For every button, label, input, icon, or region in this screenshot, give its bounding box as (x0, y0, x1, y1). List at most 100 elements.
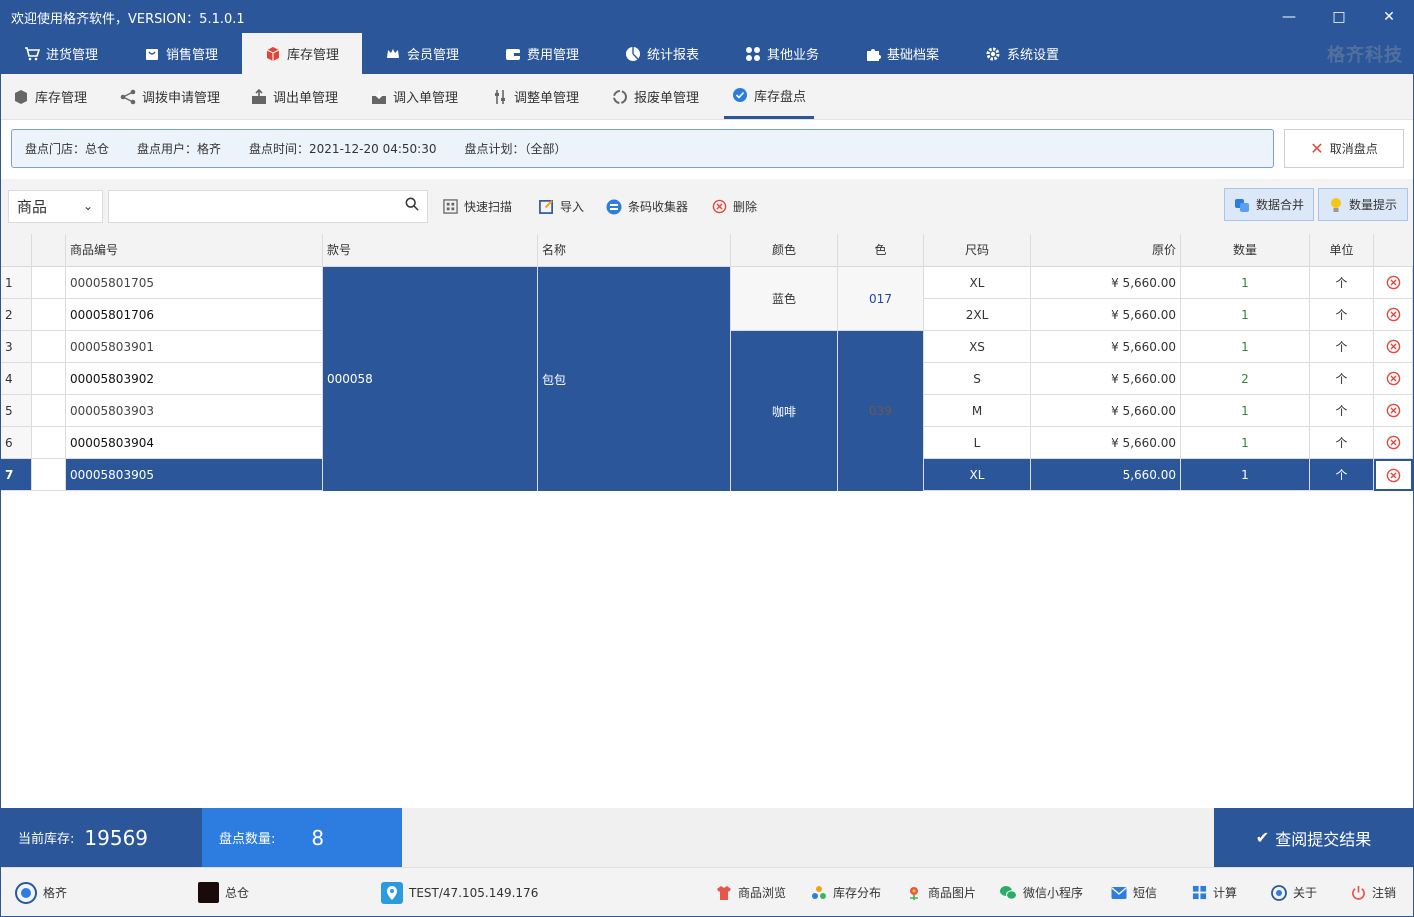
price-cell[interactable]: ¥ 5,660.00 (1031, 267, 1181, 299)
footer-server[interactable]: TEST/47.105.149.176 (381, 868, 538, 917)
size-cell[interactable]: M (924, 395, 1031, 427)
header-name[interactable]: 名称 (538, 234, 731, 267)
view-submit-result-button[interactable]: ✔ 查阅提交结果 (1214, 808, 1413, 867)
product-code-cell[interactable]: 00005803903 (66, 395, 323, 427)
subtab-transfer-request[interactable]: 调拨申请管理 (120, 74, 220, 119)
quick-scan-button[interactable]: 快速扫描 (443, 190, 512, 223)
product-code-cell[interactable]: 00005801706 (66, 299, 323, 331)
menu-archive[interactable]: 基础档案 (842, 33, 962, 74)
row-checkbox[interactable] (32, 267, 66, 299)
qty-cell[interactable]: 1 (1181, 395, 1310, 427)
header-code[interactable]: 商品编号 (66, 234, 323, 267)
qty-cell[interactable]: 1 (1181, 267, 1310, 299)
menu-inventory[interactable]: 库存管理 (242, 33, 362, 74)
merged-color-blue[interactable]: 蓝色 (731, 267, 838, 331)
unit-cell[interactable]: 个 (1310, 395, 1374, 427)
footer-product-browse[interactable]: 商品浏览 (716, 868, 786, 917)
size-cell[interactable]: S (924, 363, 1031, 395)
merged-style-no[interactable]: 000058 (323, 267, 538, 491)
size-cell[interactable]: L (924, 427, 1031, 459)
row-checkbox[interactable] (32, 299, 66, 331)
row-delete-button[interactable] (1374, 427, 1413, 459)
subtab-adjustment[interactable]: 调整单管理 (492, 74, 579, 119)
size-cell[interactable]: XL (924, 267, 1031, 299)
row-delete-button[interactable] (1374, 395, 1413, 427)
product-code-cell[interactable]: 00005803901 (66, 331, 323, 363)
price-cell[interactable]: ¥ 5,660.00 (1031, 363, 1181, 395)
merged-color-coffee[interactable]: 咖啡 (731, 331, 838, 491)
subtab-inventory[interactable]: 库存管理 (13, 74, 87, 119)
barcode-collector-button[interactable]: 条码收集器 (606, 190, 688, 223)
qty-cell[interactable]: 1 (1181, 427, 1310, 459)
product-code-cell[interactable]: 00005803905 (66, 459, 323, 491)
product-code-cell[interactable]: 00005801705 (66, 267, 323, 299)
unit-cell[interactable]: 个 (1310, 363, 1374, 395)
qty-cell[interactable]: 1 (1181, 299, 1310, 331)
unit-cell[interactable]: 个 (1310, 299, 1374, 331)
menu-expenses[interactable]: 费用管理 (482, 33, 602, 74)
footer-mini-program[interactable]: 微信小程序 (1000, 868, 1083, 917)
footer-sms[interactable]: 短信 (1111, 868, 1157, 917)
qty-hint-button[interactable]: 数量提示 (1318, 188, 1408, 221)
header-qty[interactable]: 数量 (1181, 234, 1310, 267)
header-size[interactable]: 尺码 (924, 234, 1031, 267)
row-checkbox[interactable] (32, 363, 66, 395)
footer-stock-distribution[interactable]: 库存分布 (811, 868, 881, 917)
header-price[interactable]: 原价 (1031, 234, 1181, 267)
row-delete-button[interactable] (1374, 299, 1413, 331)
row-delete-button[interactable] (1374, 331, 1413, 363)
price-cell[interactable]: ¥ 5,660.00 (1031, 299, 1181, 331)
search-input[interactable] (108, 190, 428, 223)
header-unit[interactable]: 单位 (1310, 234, 1374, 267)
merged-color-code-039[interactable]: 039 (838, 331, 924, 491)
row-delete-button[interactable] (1374, 459, 1413, 491)
subtab-transfer-out[interactable]: 调出单管理 (251, 74, 338, 119)
footer-product-images[interactable]: 商品图片 (906, 868, 976, 917)
footer-logout[interactable]: 注销 (1351, 868, 1396, 917)
header-color-code[interactable]: 色 (838, 234, 924, 267)
cancel-stocktake-button[interactable]: ✕ 取消盘点 (1284, 129, 1404, 168)
row-checkbox[interactable] (32, 395, 66, 427)
search-icon[interactable] (405, 197, 419, 211)
subtab-scrap[interactable]: 报废单管理 (612, 74, 699, 119)
subtab-stocktaking[interactable]: 库存盘点 (724, 74, 814, 119)
menu-sales[interactable]: 销售管理 (121, 33, 241, 74)
row-delete-button[interactable] (1374, 267, 1413, 299)
header-color[interactable]: 颜色 (731, 234, 838, 267)
size-cell[interactable]: XS (924, 331, 1031, 363)
unit-cell[interactable]: 个 (1310, 331, 1374, 363)
minimize-button[interactable]: — (1264, 1, 1314, 33)
price-cell[interactable]: ¥ 5,660.00 (1031, 331, 1181, 363)
header-style-no[interactable]: 款号 (323, 234, 538, 267)
row-checkbox[interactable] (32, 459, 66, 491)
menu-purchase[interactable]: 进货管理 (1, 33, 121, 74)
row-delete-button[interactable] (1374, 363, 1413, 395)
size-cell[interactable]: XL (924, 459, 1031, 491)
maximize-button[interactable]: □ (1314, 1, 1364, 33)
import-button[interactable]: 导入 (539, 190, 584, 223)
footer-user[interactable]: 格齐 (15, 868, 67, 917)
qty-cell[interactable]: 2 (1181, 363, 1310, 395)
footer-about[interactable]: 关于 (1271, 868, 1317, 917)
close-button[interactable]: ✕ (1364, 1, 1414, 33)
unit-cell[interactable]: 个 (1310, 427, 1374, 459)
delete-button[interactable]: 删除 (712, 190, 757, 223)
size-cell[interactable]: 2XL (924, 299, 1031, 331)
unit-cell[interactable]: 个 (1310, 459, 1374, 491)
row-checkbox[interactable] (32, 427, 66, 459)
footer-store[interactable]: 总仓 (198, 868, 249, 917)
menu-members[interactable]: 会员管理 (362, 33, 482, 74)
merged-name[interactable]: 包包 (538, 267, 731, 491)
row-checkbox[interactable] (32, 331, 66, 363)
subtab-transfer-in[interactable]: 调入单管理 (371, 74, 458, 119)
menu-other[interactable]: 其他业务 (722, 33, 842, 74)
menu-settings[interactable]: 系统设置 (962, 33, 1082, 74)
product-code-cell[interactable]: 00005803902 (66, 363, 323, 395)
price-cell[interactable]: ¥ 5,660.00 (1031, 395, 1181, 427)
product-code-cell[interactable]: 00005803904 (66, 427, 323, 459)
price-cell[interactable]: 5,660.00 (1031, 459, 1181, 491)
qty-cell[interactable]: 1 (1181, 331, 1310, 363)
unit-cell[interactable]: 个 (1310, 267, 1374, 299)
merged-color-code-017[interactable]: 017 (838, 267, 924, 331)
merge-data-button[interactable]: 数据合并 (1224, 188, 1314, 221)
